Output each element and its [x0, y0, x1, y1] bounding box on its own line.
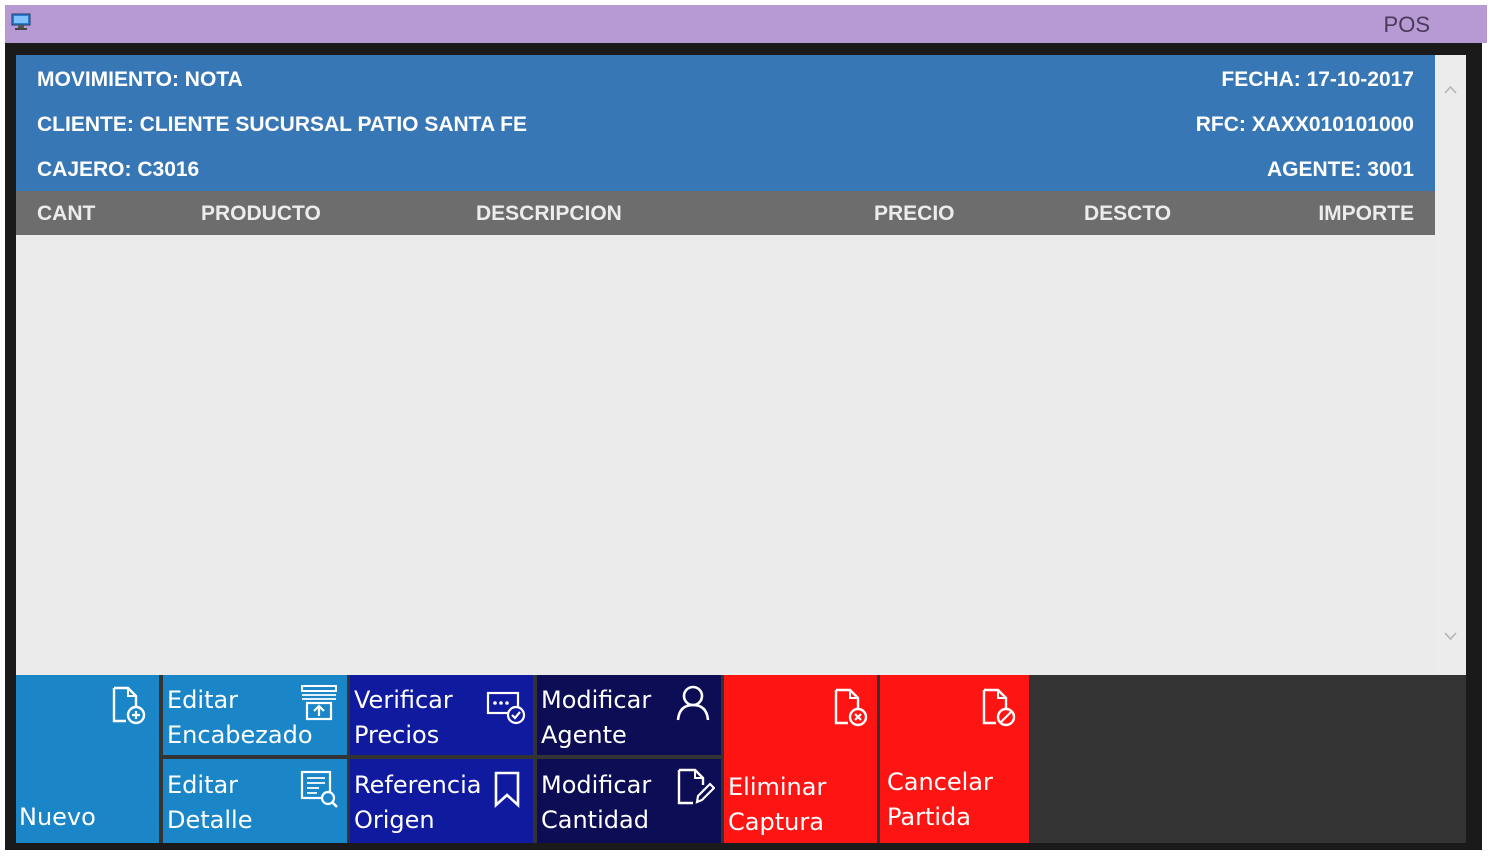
editar-encabezado-label: Editar Encabezado [167, 683, 313, 753]
document-header: MOVIMIENTO: NOTA CLIENTE: CLIENTE SUCURS… [16, 55, 1435, 191]
fecha-label: FECHA: 17-10-2017 [1221, 68, 1414, 91]
cajero-label: CAJERO: C3016 [37, 158, 200, 181]
modificar-cantidad-line2: Cantidad [541, 806, 649, 834]
movimiento-label: MOVIMIENTO: NOTA [37, 68, 243, 91]
column-header-precio[interactable]: PRECIO [874, 202, 955, 226]
editar-encabezado-button[interactable]: Editar Encabezado [163, 675, 347, 755]
modificar-agente-label: Modificar Agente [541, 683, 651, 753]
editar-detalle-line1: Editar [167, 771, 239, 799]
verificar-precios-label: Verificar Precios [354, 683, 453, 753]
nuevo-button[interactable]: Nuevo [16, 675, 159, 843]
edit-header-icon [301, 685, 337, 721]
verificar-precios-line2: Precios [354, 721, 440, 749]
scroll-down-icon[interactable] [1443, 628, 1458, 643]
eliminar-captura-button[interactable]: Eliminar Captura [724, 675, 877, 843]
editar-detalle-line2: Detalle [167, 806, 253, 834]
verificar-precios-button[interactable]: Verificar Precios [350, 675, 533, 755]
referencia-origen-line2: Origen [354, 806, 435, 834]
modificar-cantidad-button[interactable]: Modificar Cantidad [537, 759, 721, 843]
editar-encabezado-line1: Editar [167, 686, 239, 714]
scroll-up-icon[interactable] [1443, 83, 1458, 98]
cliente-label: CLIENTE: CLIENTE SUCURSAL PATIO SANTA FE [37, 113, 528, 136]
title-bar: POS [5, 5, 1487, 43]
window-title: POS [1383, 12, 1430, 37]
cancelar-partida-label: Cancelar Partida [887, 765, 993, 835]
eliminar-captura-line2: Captura [728, 808, 824, 836]
referencia-origen-label: Referencia Origen [354, 768, 481, 838]
column-header-producto[interactable]: PRODUCTO [201, 202, 321, 226]
document-delete-icon [834, 688, 868, 727]
action-toolbar: Nuevo Editar Encabezado Editar Detalle V… [16, 675, 1466, 843]
table-header: CANT PRODUCTO DESCRIPCION PRECIO DESCTO … [16, 191, 1435, 235]
column-header-importe[interactable]: IMPORTE [1318, 202, 1414, 226]
referencia-origen-line1: Referencia [354, 771, 482, 799]
modificar-cantidad-line1: Modificar [541, 771, 652, 799]
bookmark-icon [494, 771, 520, 808]
editar-encabezado-line2: Encabezado [167, 721, 313, 749]
cancelar-partida-button[interactable]: Cancelar Partida [880, 675, 1029, 843]
document-add-icon [112, 686, 146, 725]
nuevo-label: Nuevo [19, 803, 96, 831]
agente-label: AGENTE: 3001 [1266, 158, 1414, 181]
document-block-icon [982, 688, 1016, 727]
modificar-agente-line2: Agente [541, 721, 627, 749]
price-check-icon [486, 691, 526, 725]
modificar-cantidad-label: Modificar Cantidad [541, 768, 651, 838]
cancelar-partida-line2: Partida [887, 803, 971, 831]
monitor-icon[interactable] [11, 13, 31, 30]
cancelar-partida-line1: Cancelar [887, 768, 993, 796]
person-icon [676, 685, 710, 721]
column-header-cant[interactable]: CANT [37, 202, 95, 226]
document-search-icon [300, 770, 338, 808]
modificar-agente-line1: Modificar [541, 686, 652, 714]
vertical-scrollbar[interactable] [1435, 55, 1466, 675]
column-header-descto[interactable]: DESCTO [1084, 202, 1171, 226]
column-header-descripcion[interactable]: DESCRIPCION [476, 202, 622, 226]
verificar-precios-line1: Verificar [354, 686, 453, 714]
document-edit-icon [677, 768, 715, 805]
eliminar-captura-line1: Eliminar [728, 773, 827, 801]
rfc-label: RFC: XAXX010101000 [1195, 113, 1414, 136]
editar-detalle-label: Editar Detalle [167, 768, 252, 838]
eliminar-captura-label: Eliminar Captura [728, 770, 826, 840]
editar-detalle-button[interactable]: Editar Detalle [163, 759, 347, 843]
referencia-origen-button[interactable]: Referencia Origen [350, 759, 533, 843]
modificar-agente-button[interactable]: Modificar Agente [537, 675, 721, 755]
